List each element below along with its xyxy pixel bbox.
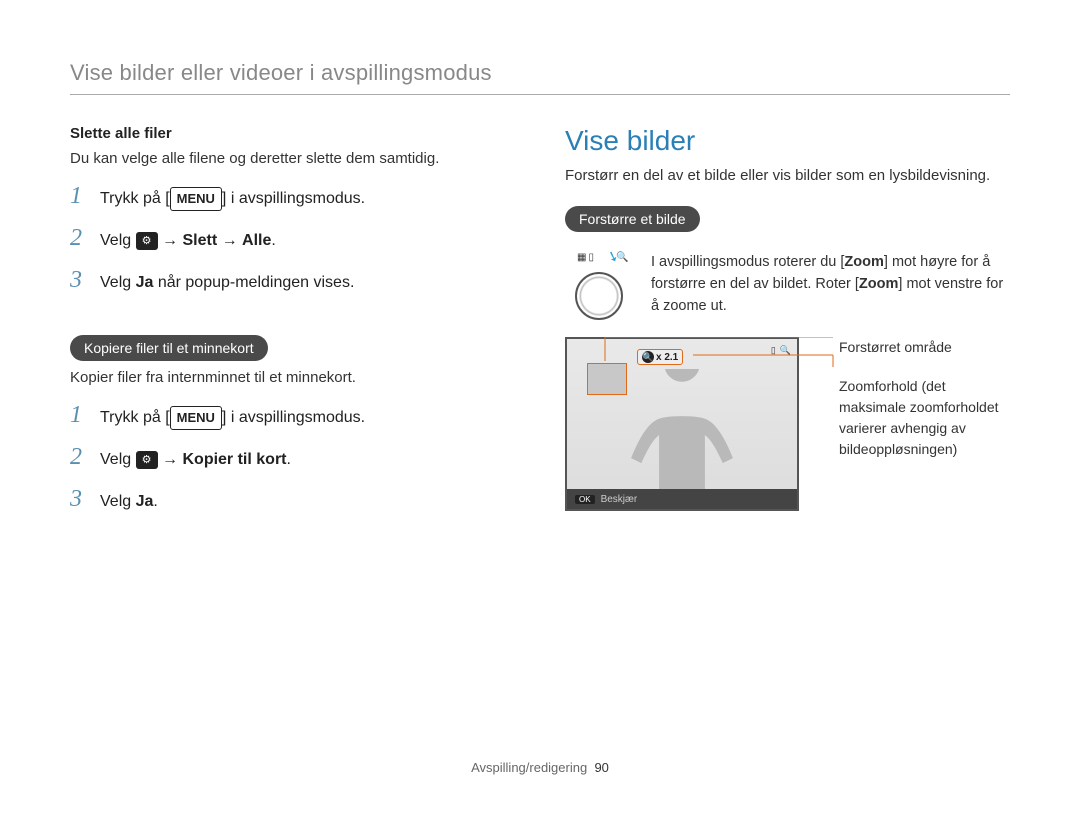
section-title: Vise bilder — [565, 125, 1010, 157]
page-footer: Avspilling/redigering 90 — [0, 760, 1080, 775]
step-text: Velg Ja. — [100, 490, 158, 514]
zoom-ratio-badge: 🔍 x 2.1 — [637, 349, 683, 365]
left-column: Slette alle filer Du kan velge alle file… — [70, 125, 515, 528]
callout-enlarged-area: Forstørret område — [839, 337, 1010, 358]
enlarged-area-box — [587, 363, 627, 395]
copy-desc: Kopier filer fra internminnet til et min… — [70, 367, 515, 388]
child-silhouette — [617, 369, 747, 509]
zoom-text: I avspillingsmodus roterer du [Zoom] mot… — [651, 252, 1010, 317]
bottom-bar-label: Beskjær — [601, 494, 638, 505]
rotate-arrow-icon: ➘ — [604, 247, 621, 267]
zoom-ratio-value: x 2.1 — [656, 352, 678, 363]
step-text: Trykk på [MENU] i avspillingsmodus. — [100, 406, 365, 430]
right-column: Vise bilder Forstørr en del av et bilde … — [565, 125, 1010, 528]
copy-steps: 1 Trykk på [MENU] i avspillingsmodus. 2 … — [70, 402, 515, 514]
delete-all-heading: Slette alle filer — [70, 125, 515, 142]
step-number: 3 — [70, 267, 88, 294]
menu-icon: MENU — [170, 406, 222, 430]
camera-screen: ▯🔍 🔍 x 2.1 OK Beskjær — [565, 337, 799, 511]
step-number: 3 — [70, 486, 88, 513]
enlarge-pill: Forstørre et bilde — [565, 206, 700, 232]
menu-icon: MENU — [170, 187, 222, 211]
zoom-instruction: ▦▯🔍 ➘ I avspillingsmodus roterer du [Zoo… — [565, 252, 1010, 317]
dial-markers: ▦▯🔍 — [577, 252, 628, 263]
page-header: Vise bilder eller videoer i avspillingsm… — [70, 60, 1010, 95]
settings-card-icon: ⚙ — [136, 232, 158, 250]
footer-page-number: 90 — [594, 760, 608, 775]
screen-bottom-bar: OK Beskjær — [567, 489, 797, 509]
dial-icon — [575, 272, 623, 320]
copy-pill: Kopiere filer til et minnekort — [70, 335, 268, 361]
footer-section: Avspilling/redigering — [471, 760, 587, 775]
step-text: Trykk på [MENU] i avspillingsmodus. — [100, 187, 365, 211]
step-number: 1 — [70, 183, 88, 210]
screen-callout: ▯🔍 🔍 x 2.1 OK Beskjær — [565, 337, 1010, 511]
magnifier-icon: 🔍 — [642, 351, 654, 363]
step-text: Velg ⚙ → Kopier til kort. — [100, 448, 291, 472]
delete-all-desc: Du kan velge alle filene og deretter sle… — [70, 148, 515, 169]
step-text: Velg Ja når popup-meldingen vises. — [100, 271, 354, 295]
step-number: 1 — [70, 402, 88, 429]
callout-zoom-ratio: Zoomforhold (det maksimale zoomforholdet… — [839, 376, 1010, 460]
zoom-dial-figure: ▦▯🔍 ➘ — [565, 252, 635, 317]
delete-all-steps: 1 Trykk på [MENU] i avspillingsmodus. 2 … — [70, 183, 515, 295]
step-number: 2 — [70, 444, 88, 471]
top-right-icons: ▯🔍 — [771, 345, 791, 356]
step-text: Velg ⚙ → Slett → Alle. — [100, 229, 276, 253]
section-desc: Forstørr en del av et bilde eller vis bi… — [565, 165, 1010, 186]
ok-icon: OK — [575, 495, 595, 504]
step-number: 2 — [70, 225, 88, 252]
settings-card-icon: ⚙ — [136, 451, 158, 469]
callout-labels: Forstørret område Zoomforhold (det maksi… — [839, 337, 1010, 478]
